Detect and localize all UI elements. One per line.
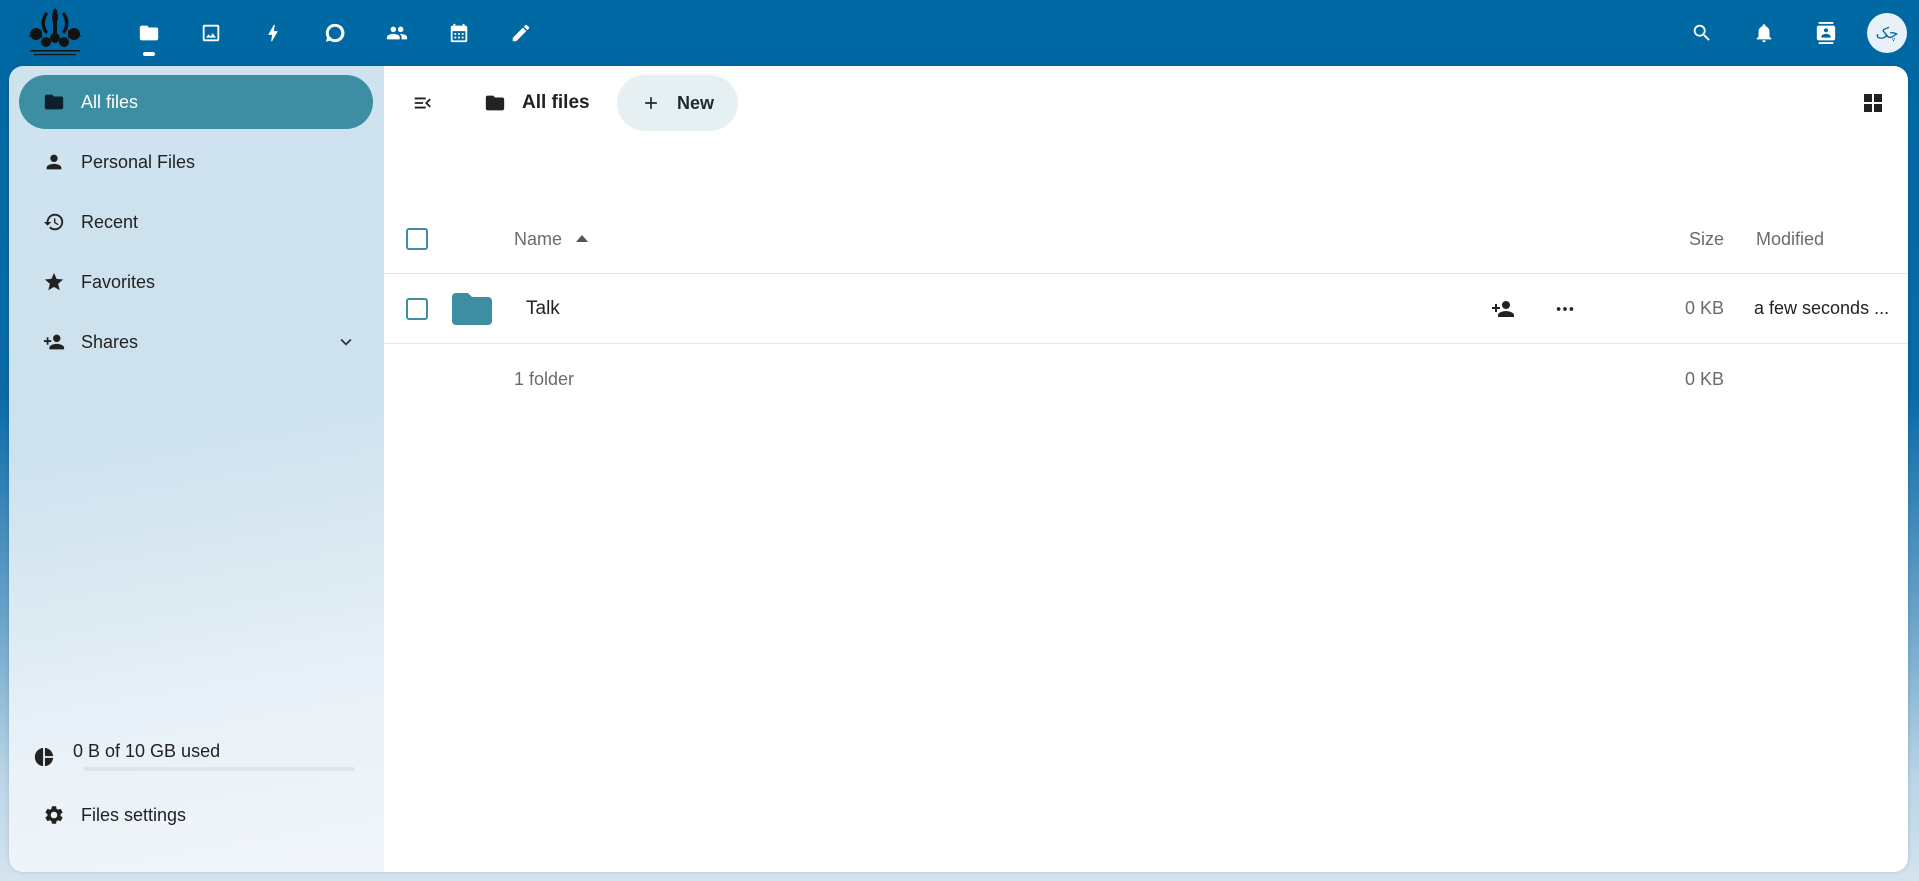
contacts-menu-button[interactable] xyxy=(1795,8,1857,58)
app-calendar-button[interactable] xyxy=(428,8,490,58)
summary-count: 1 folder xyxy=(514,369,575,389)
sidebar-item-recent[interactable]: Recent xyxy=(19,195,373,249)
lightning-icon xyxy=(268,24,278,42)
sidebar: All files Personal Files Recent Favorite… xyxy=(9,66,384,872)
app-activity-button[interactable] xyxy=(242,8,304,58)
breadcrumb-all-files[interactable]: All files xyxy=(484,78,590,128)
actions-menu-button[interactable] xyxy=(1550,294,1580,324)
menu-collapse-icon xyxy=(414,97,431,109)
logo[interactable] xyxy=(24,4,86,62)
sidebar-item-shares[interactable]: Shares xyxy=(19,315,373,369)
files-content: All files New Name Size Modified Talk 0 … xyxy=(384,66,1908,872)
header-right: چک xyxy=(1671,8,1919,58)
contacts-icon xyxy=(386,26,408,40)
file-size: 0 KB xyxy=(1684,298,1724,318)
new-button-label: New xyxy=(676,92,714,113)
files-settings-button[interactable]: Files settings xyxy=(19,788,373,842)
summary-total-size: 0 KB xyxy=(1684,369,1724,389)
sidebar-item-label: Shares xyxy=(81,331,139,352)
grid-view-toggle[interactable] xyxy=(1848,78,1898,128)
row-checkbox[interactable] xyxy=(406,298,428,320)
sidebar-navigation: All files Personal Files Recent Favorite… xyxy=(19,75,373,375)
files-toolbar: All files New xyxy=(384,75,1908,131)
file-name[interactable]: Talk xyxy=(526,298,560,320)
avatar[interactable]: چک xyxy=(1867,13,1907,53)
files-settings-label: Files settings xyxy=(81,804,187,825)
history-icon xyxy=(43,213,64,231)
sidebar-item-personal-files[interactable]: Personal Files xyxy=(19,135,373,189)
image-icon xyxy=(202,24,220,42)
star-icon xyxy=(44,272,64,291)
app-notes-button[interactable] xyxy=(490,8,552,58)
app-photos-button[interactable] xyxy=(180,8,242,58)
column-size-header[interactable]: Size xyxy=(1689,229,1724,250)
folder-icon[interactable] xyxy=(452,293,492,325)
contact-card-icon xyxy=(1816,22,1836,44)
folder-icon xyxy=(44,94,64,110)
quota-label: 0 B of 10 GB used xyxy=(73,740,221,761)
table-row[interactable]: Talk 0 KB a few seconds ... xyxy=(384,274,1908,344)
top-header: چک xyxy=(0,0,1919,66)
shares-expand-toggle[interactable] xyxy=(335,331,357,353)
chevron-down-icon xyxy=(340,338,352,346)
share-icon xyxy=(1492,301,1514,317)
breadcrumb-label: All files xyxy=(522,92,590,113)
share-icon xyxy=(43,334,65,350)
more-horizontal-icon xyxy=(1556,307,1574,311)
pie-chart-icon xyxy=(34,747,54,767)
column-modified-header[interactable]: Modified xyxy=(1756,229,1824,250)
logo-emblem-icon xyxy=(28,8,82,56)
grid-view-icon xyxy=(1864,94,1882,112)
app-talk-button[interactable] xyxy=(304,8,366,58)
share-button[interactable] xyxy=(1488,294,1518,324)
sort-ascending-icon xyxy=(576,234,589,242)
sidebar-item-label: Recent xyxy=(81,211,139,232)
storage-quota[interactable]: 0 B of 10 GB used xyxy=(33,741,363,771)
unified-search-button[interactable] xyxy=(1671,8,1733,58)
column-name-header[interactable]: Name xyxy=(514,229,589,250)
person-icon xyxy=(46,154,62,170)
select-all-checkbox[interactable] xyxy=(406,228,428,250)
app-navigation xyxy=(118,8,552,58)
table-summary: 1 folder 0 KB xyxy=(384,344,1908,414)
notifications-button[interactable] xyxy=(1733,8,1795,58)
gear-icon xyxy=(45,806,63,824)
search-icon xyxy=(1693,24,1710,41)
app-content-frame: All files Personal Files Recent Favorite… xyxy=(9,66,1908,872)
app-contacts-button[interactable] xyxy=(366,8,428,58)
sidebar-item-favorites[interactable]: Favorites xyxy=(19,255,373,309)
toggle-sidebar-button[interactable] xyxy=(398,78,448,128)
sidebar-item-label: Personal Files xyxy=(81,151,196,172)
new-button[interactable]: New xyxy=(617,75,738,131)
calendar-icon xyxy=(450,23,468,43)
app-files-button[interactable] xyxy=(118,8,180,58)
chat-icon xyxy=(325,23,345,43)
bell-icon xyxy=(1756,24,1772,43)
table-header: Name Size Modified xyxy=(384,200,1908,274)
pencil-icon xyxy=(512,24,530,42)
folder-icon xyxy=(139,25,159,41)
sidebar-item-label: All files xyxy=(81,91,139,112)
sidebar-item-all-files[interactable]: All files xyxy=(19,75,373,129)
folder-icon xyxy=(485,95,505,111)
sidebar-item-label: Favorites xyxy=(81,271,156,292)
plus-icon xyxy=(645,97,657,109)
quota-progress-bar xyxy=(83,767,355,771)
file-modified: a few seconds ... xyxy=(1754,298,1890,318)
